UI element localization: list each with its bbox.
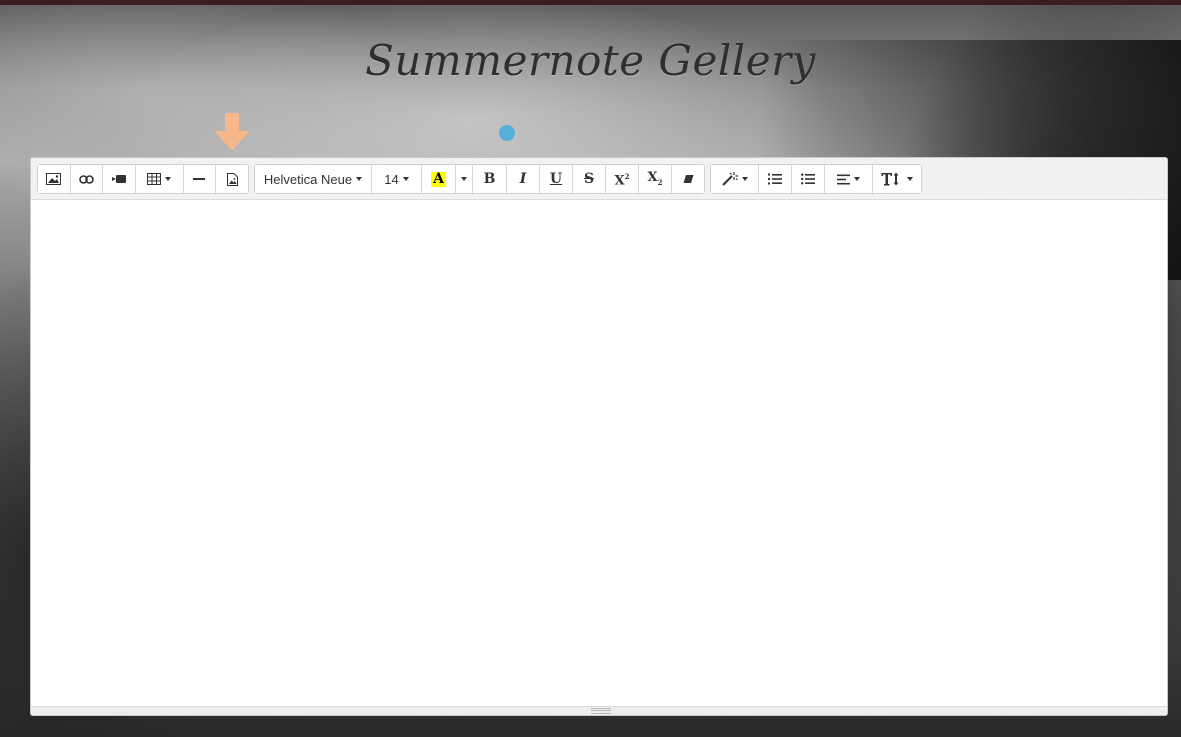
color-dropdown-toggle[interactable] <box>456 165 473 193</box>
chevron-down-icon <box>402 177 409 181</box>
superscript-button[interactable]: X2 <box>606 165 639 193</box>
insert-table-button[interactable] <box>136 165 184 193</box>
font-name-dropdown[interactable]: Helvetica Neue <box>255 165 372 193</box>
insert-horizontal-rule-button[interactable] <box>183 165 217 193</box>
chevron-down-icon <box>165 177 172 181</box>
magic-style-icon <box>721 172 738 186</box>
underline-button[interactable]: U <box>540 165 573 193</box>
italic-button[interactable]: I <box>507 165 540 193</box>
chevron-down-icon <box>907 177 913 181</box>
strikethrough-button[interactable]: S <box>573 165 606 193</box>
ordered-list-icon <box>768 173 782 185</box>
superscript-icon: X2 <box>614 172 630 189</box>
italic-icon: I <box>519 171 527 187</box>
link-icon <box>79 174 94 184</box>
mouse-cursor-indicator <box>499 125 515 141</box>
editor-toolbar: Helvetica Neue 14 A B I U S X2 X2 <box>31 158 1167 200</box>
bold-button[interactable]: B <box>473 165 507 193</box>
line-height-dropdown[interactable] <box>873 165 921 193</box>
insert-button-group <box>37 164 249 194</box>
insert-picture-button[interactable] <box>38 165 71 193</box>
insert-link-button[interactable] <box>70 165 104 193</box>
chevron-down-icon <box>741 177 748 181</box>
arrow-down-indicator-icon <box>215 113 249 150</box>
subscript-icon: X2 <box>647 170 663 187</box>
bold-icon: B <box>483 171 496 187</box>
underline-icon: U <box>549 171 563 187</box>
clear-format-button[interactable] <box>672 165 704 193</box>
align-left-icon <box>837 174 850 184</box>
resize-grip-icon[interactable] <box>591 708 611 714</box>
gallery-button[interactable] <box>216 165 248 193</box>
horizontal-rule-icon <box>193 178 206 180</box>
top-strip <box>0 0 1181 5</box>
chevron-down-icon <box>854 177 860 181</box>
picture-icon <box>46 173 62 185</box>
align-dropdown[interactable] <box>825 165 873 193</box>
unordered-list-button[interactable] <box>792 165 825 193</box>
font-button-group: Helvetica Neue 14 A B I U S X2 X2 <box>254 164 705 194</box>
chevron-down-icon <box>356 177 363 181</box>
page-title: Summernote Gellery <box>365 36 816 85</box>
editor-content-area[interactable] <box>31 200 1167 707</box>
editor-resize-bar[interactable] <box>31 706 1167 715</box>
subscript-button[interactable]: X2 <box>639 165 672 193</box>
eraser-icon <box>683 175 693 183</box>
unordered-list-icon <box>801 173 815 185</box>
font-name-label: Helvetica Neue <box>263 171 353 187</box>
highlight-color-icon: A <box>431 170 446 187</box>
recent-color-button[interactable]: A <box>422 165 456 193</box>
font-size-dropdown[interactable]: 14 <box>372 165 422 193</box>
strikethrough-icon: S <box>583 171 595 187</box>
insert-video-button[interactable] <box>103 165 137 193</box>
table-icon <box>147 173 162 185</box>
style-dropdown[interactable] <box>711 165 759 193</box>
gallery-image-icon <box>226 172 238 186</box>
font-size-label: 14 <box>384 171 399 187</box>
summernote-editor: Helvetica Neue 14 A B I U S X2 X2 <box>30 157 1168 716</box>
chevron-down-icon <box>461 177 467 181</box>
ordered-list-button[interactable] <box>759 165 792 193</box>
paragraph-button-group <box>710 164 922 194</box>
video-icon <box>111 175 126 183</box>
text-height-icon <box>881 172 899 186</box>
